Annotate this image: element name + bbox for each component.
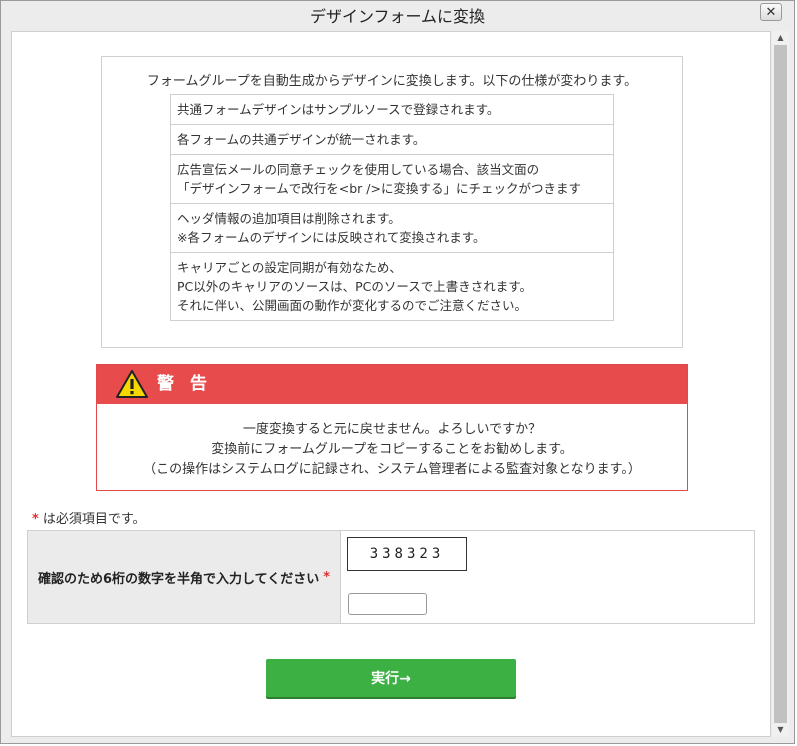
scroll-thumb[interactable] [774, 45, 787, 723]
required-note-text: は必須項目です。 [42, 512, 146, 527]
spec-item: 広告宣伝メールの同意チェックを使用している場合、該当文面の 「デザインフォームで… [171, 155, 613, 204]
confirm-form: 確認のため6桁の数字を半角で入力してください * 338323 [27, 530, 755, 624]
execute-button[interactable]: 実行→ [266, 659, 516, 697]
scroll-up-icon[interactable]: ▲ [772, 31, 789, 45]
convert-dialog: デザインフォームに変換 ✕ フォームグループを自動生成からデザインに変換します。… [0, 0, 795, 744]
spec-intro: フォームグループを自動生成からデザインに変換します。以下の仕様が変わります。 [146, 74, 638, 89]
warning-header: 警告 [97, 365, 687, 404]
spec-item: 各フォームの共通デザインが統一されます。 [171, 125, 613, 155]
confirm-value-cell: 338323 [341, 531, 754, 623]
spec-list: 共通フォームデザインはサンプルソースで登録されます。 各フォームの共通デザインが… [170, 94, 614, 321]
warning-title: 警告 [157, 374, 223, 394]
required-note: * は必須項目です。 [32, 508, 146, 527]
spec-panel: フォームグループを自動生成からデザインに変換します。以下の仕様が変わります。 共… [101, 56, 683, 348]
required-star: * [32, 512, 39, 527]
dialog-content: フォームグループを自動生成からデザインに変換します。以下の仕様が変わります。 共… [11, 31, 771, 737]
close-icon: ✕ [765, 5, 777, 20]
warning-message: 一度変換すると元に戻せません。よろしいですか？ 変換前にフォームグループをコピー… [97, 420, 687, 480]
warning-box: 警告 一度変換すると元に戻せません。よろしいですか？ 変換前にフォームグループを… [96, 364, 688, 491]
captcha-code: 338323 [347, 537, 467, 571]
spec-item: 共通フォームデザインはサンプルソースで登録されます。 [171, 95, 613, 125]
vertical-scrollbar[interactable]: ▲ ▼ [772, 31, 789, 737]
close-button[interactable]: ✕ [760, 3, 782, 21]
dialog-title: デザインフォームに変換 [309, 7, 486, 26]
warning-line: 変換前にフォームグループをコピーすることをお勧めします。 [211, 442, 573, 457]
confirm-label-text: 確認のため6桁の数字を半角で入力してください [37, 571, 320, 587]
spec-item: ヘッダ情報の追加項目は削除されます。 ※各フォームのデザインには反映されて変換さ… [171, 204, 613, 253]
confirm-label: 確認のため6桁の数字を半角で入力してください * [28, 531, 341, 623]
warning-line: （この操作はシステムログに記録され、システム管理者による監査対象となります。） [143, 462, 641, 477]
warning-line: 一度変換すると元に戻せません。よろしいですか？ [242, 422, 542, 437]
required-star: * [323, 569, 331, 585]
scroll-down-icon[interactable]: ▼ [772, 723, 789, 737]
spec-item: キャリアごとの設定同期が有効なため、 PC以外のキャリアのソースは、PCのソース… [171, 253, 613, 321]
confirm-code-input[interactable] [348, 593, 427, 615]
warning-triangle-icon [116, 370, 148, 398]
